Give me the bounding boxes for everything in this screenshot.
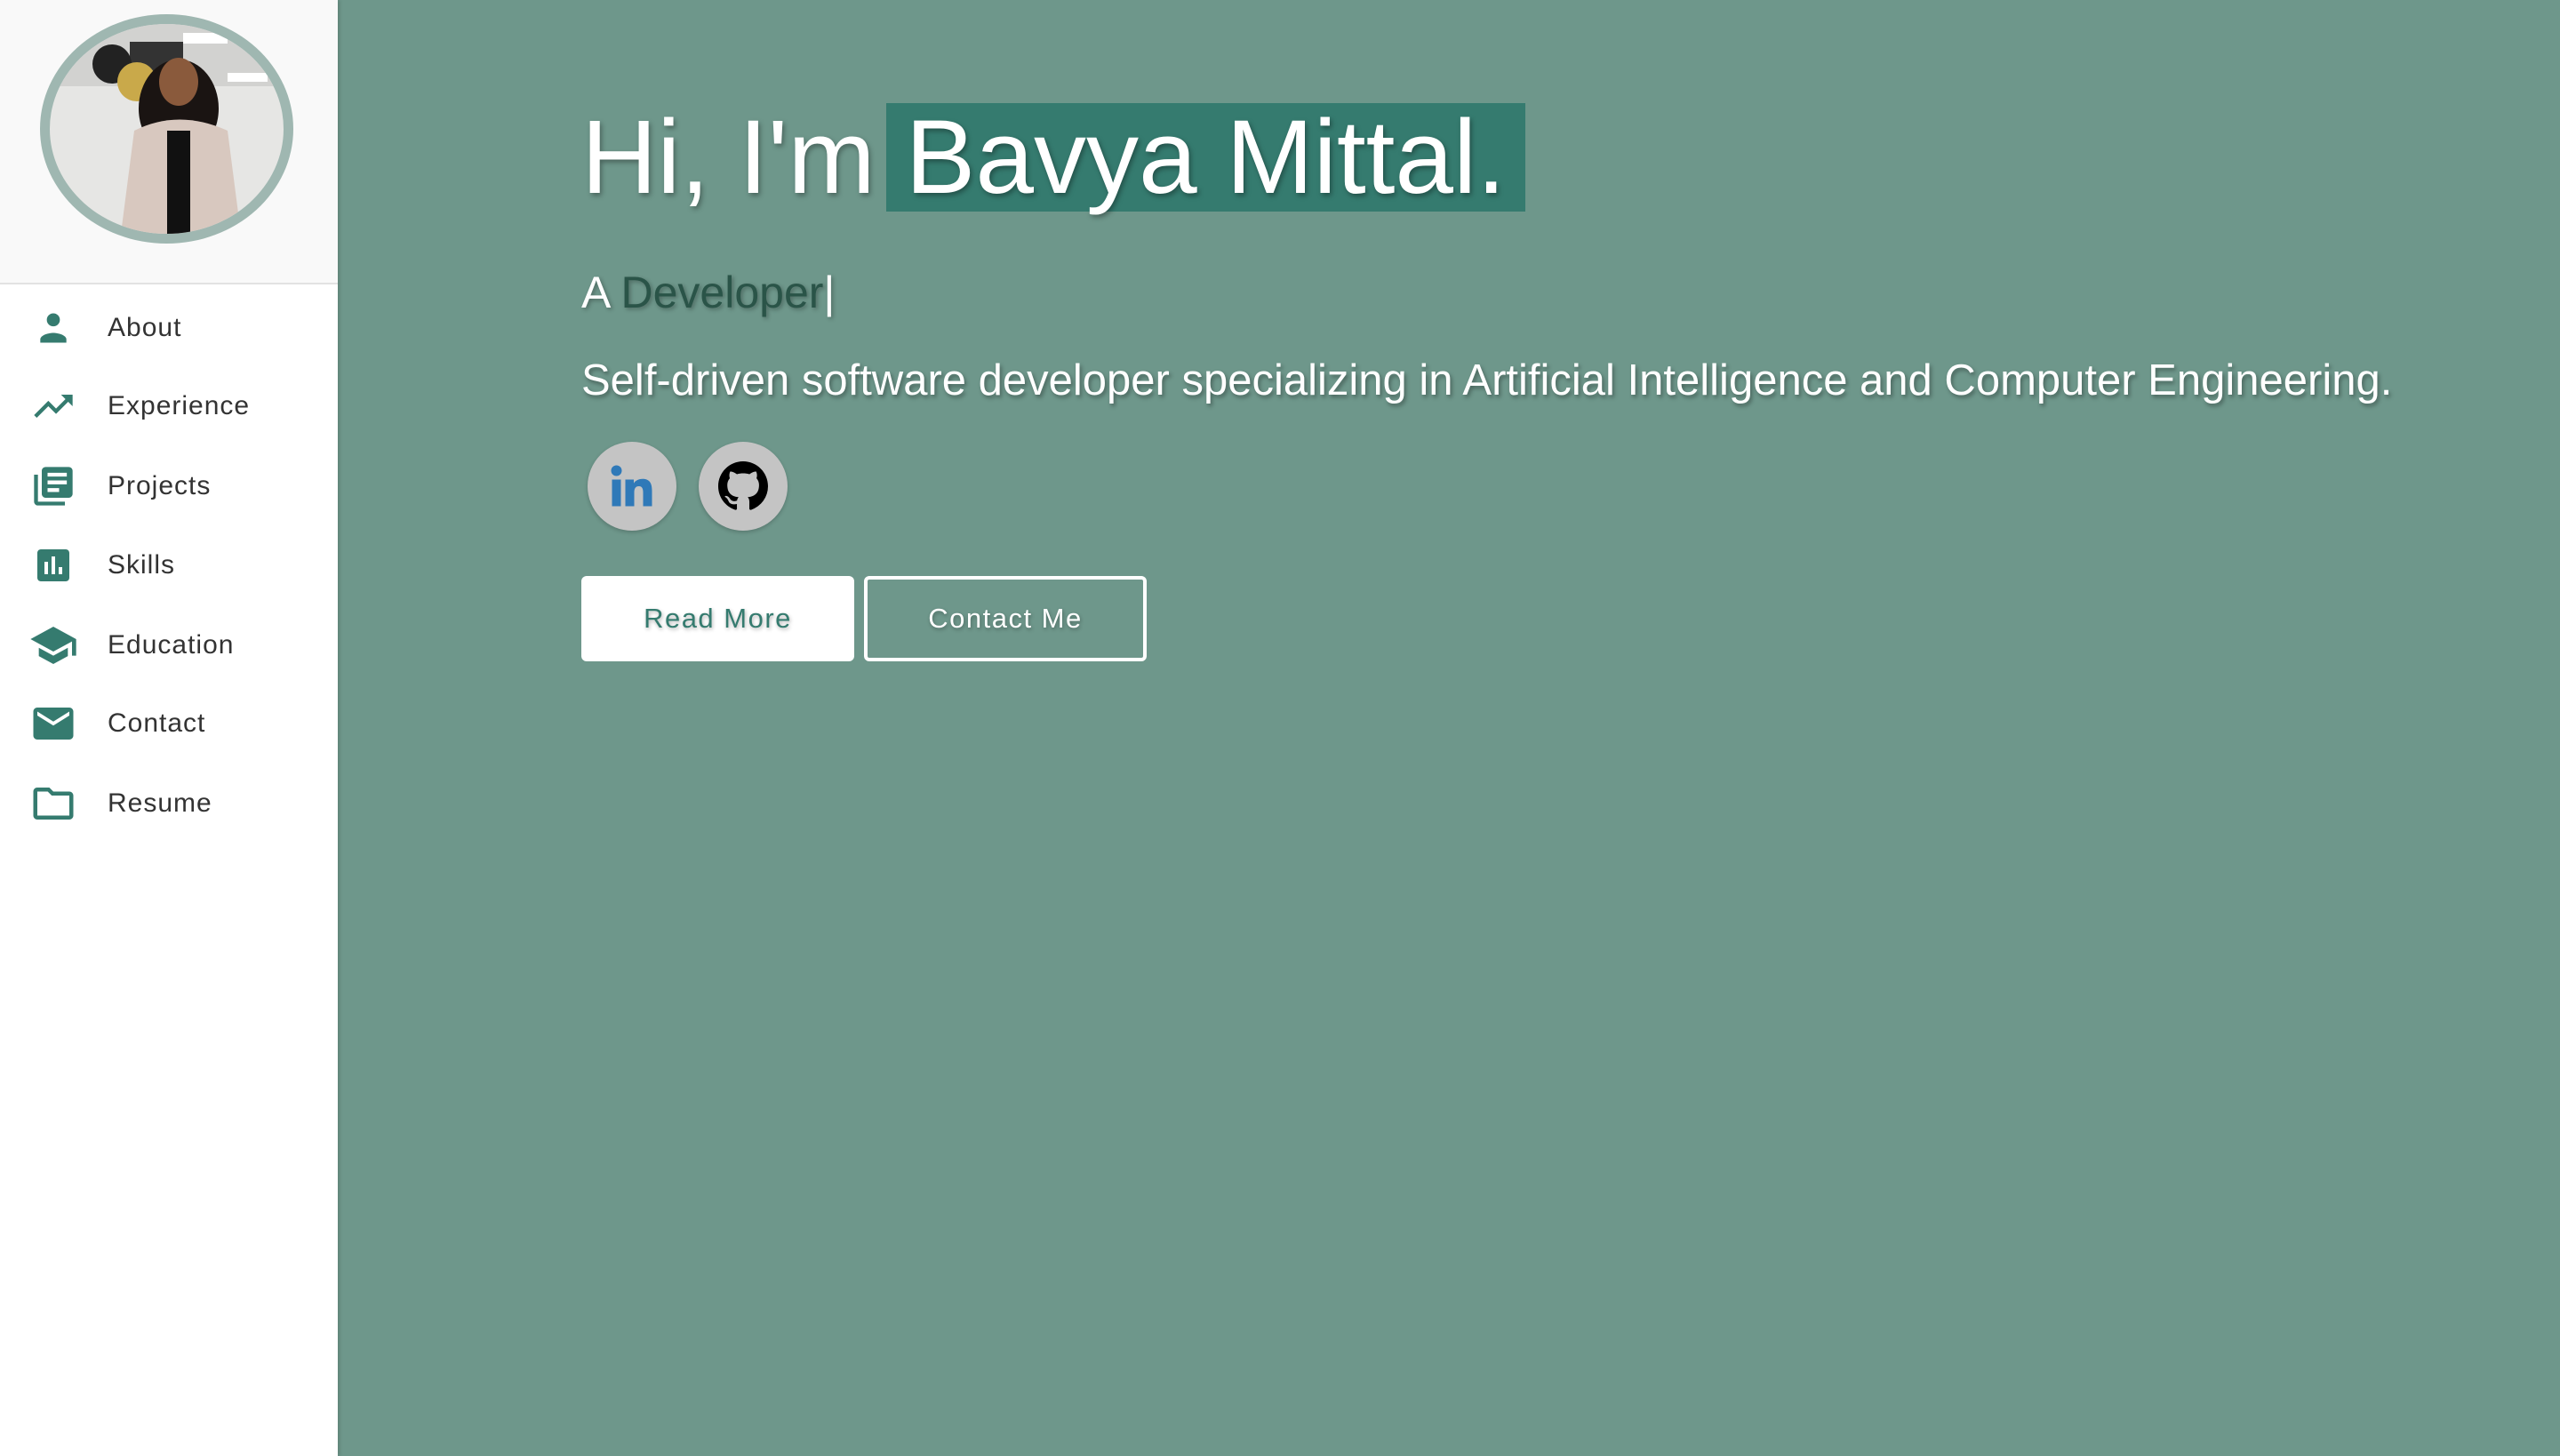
mail-icon (28, 699, 78, 748)
sidebar-item-label: About (108, 313, 182, 342)
sidebar-item-experience[interactable]: Experience (0, 371, 338, 442)
sidebar-item-resume[interactable]: Resume (0, 768, 338, 839)
profile-header (0, 0, 338, 284)
contact-me-button[interactable]: Contact Me (864, 576, 1147, 661)
greeting: Hi, I'm (581, 99, 876, 216)
sidebar-item-contact[interactable]: Contact (0, 688, 338, 759)
person-icon (28, 303, 78, 353)
sidebar-item-projects[interactable]: Projects (0, 451, 338, 522)
sidebar-item-label: Skills (108, 550, 176, 580)
linkedin-icon (611, 465, 652, 507)
subtitle-prefix: A (581, 268, 609, 317)
sidebar-item-label: Projects (108, 471, 212, 500)
sidebar-item-skills[interactable]: Skills (0, 530, 338, 601)
hero-subtitle: A Developer| (581, 267, 835, 318)
sidebar: About Experience Projects Skills Educati… (0, 0, 338, 1456)
bar-chart-icon (28, 540, 78, 590)
hero-heading: Hi, I'm Bavya Mittal. (581, 99, 1526, 216)
hero-description: Self-driven software developer specializ… (581, 356, 2393, 404)
profile-photo (50, 24, 284, 234)
read-more-button[interactable]: Read More (581, 576, 854, 661)
sidebar-item-label: Contact (108, 708, 206, 738)
sidebar-item-education[interactable]: Education (0, 610, 338, 681)
github-icon (718, 461, 768, 510)
sidebar-item-label: Experience (108, 391, 251, 420)
hero-section: Hi, I'm Bavya Mittal. A Developer| Self-d… (338, 0, 2560, 1456)
typed-role: Developer (620, 268, 824, 317)
linkedin-link[interactable] (588, 442, 676, 531)
folder-icon (28, 779, 78, 828)
trending-up-icon (28, 381, 78, 431)
graduation-cap-icon (28, 620, 78, 670)
sidebar-item-label: Education (108, 630, 235, 660)
library-books-icon (28, 461, 78, 511)
sidebar-item-about[interactable]: About (0, 292, 338, 364)
avatar (40, 14, 293, 244)
sidebar-item-label: Resume (108, 788, 212, 818)
typing-cursor: | (823, 268, 836, 317)
hero-name: Bavya Mittal. (885, 103, 1526, 212)
github-link[interactable] (699, 442, 788, 531)
